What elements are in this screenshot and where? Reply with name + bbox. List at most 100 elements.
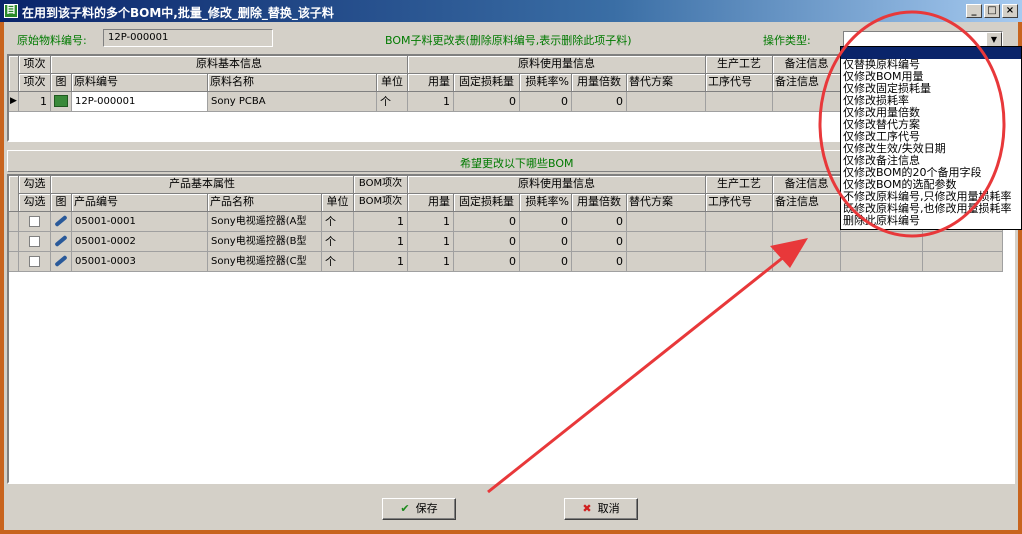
cell-extra[interactable] [841,232,923,252]
cell-product-name[interactable]: Sony电视遥控器(A型 [208,212,322,232]
main-window: 目 在用到该子料的多个BOM中,批量_修改_删除_替换_该子料 _ □ × 原始… [0,0,1022,534]
cell-multiplier[interactable]: 0 [572,232,627,252]
cell-fixed-loss[interactable]: 0 [454,232,520,252]
col-header-process-code: 工序代号 [706,74,773,92]
col-header-fixed-loss: 固定损耗量 [454,74,520,92]
close-icon: ✖ [582,502,592,515]
cell-multiplier[interactable]: 0 [572,252,627,272]
cell-bom-index[interactable]: 1 [354,212,408,232]
group-header-process: 生产工艺 [706,176,773,194]
cell-unit[interactable]: 个 [322,232,354,252]
col-header-loss-rate: 损耗率% [520,194,572,212]
cell-loss-rate[interactable]: 0 [520,252,572,272]
cell-material-code[interactable]: 12P-000001 [72,92,208,112]
row-indicator[interactable] [9,212,19,232]
cell-alternative[interactable] [627,212,706,232]
cancel-label: 取消 [597,502,620,515]
group-header-product-info: 产品基本属性 [51,176,354,194]
app-icon: 目 [4,4,18,18]
col-header-qty: 用量 [408,74,454,92]
col-header-loss-rate: 损耗率% [520,74,572,92]
cell-process-code[interactable] [706,212,773,232]
row-checkbox[interactable] [19,232,51,252]
cancel-button[interactable]: ✖ 取消 [564,498,638,520]
cell-process-code[interactable] [706,252,773,272]
col-header-memo: 备注信息 [773,194,841,212]
cell-memo[interactable] [773,232,841,252]
cell-index[interactable]: 1 [19,92,51,112]
cell-unit[interactable]: 个 [322,252,354,272]
col-header-image: 图 [51,194,72,212]
window-title: 在用到该子料的多个BOM中,批量_修改_删除_替换_该子料 [22,6,334,20]
original-material-label: 原始物料编号: [17,34,87,47]
col-header-material-code: 原料编号 [72,74,208,92]
cell-material-name[interactable]: Sony PCBA [208,92,377,112]
cell-image [51,232,72,252]
close-button[interactable]: × [1002,4,1018,18]
maximize-button[interactable]: □ [984,4,1000,18]
original-material-input[interactable]: 12P-000001 [103,29,273,47]
checkbox-icon[interactable] [29,255,40,267]
title-bar: 目 在用到该子料的多个BOM中,批量_修改_删除_替换_该子料 _ □ × [0,0,1022,22]
checkbox-icon[interactable] [29,235,40,247]
cell-alternative[interactable] [627,232,706,252]
dropdown-option[interactable]: 删除此原料编号 [841,215,1021,227]
cell-product-code[interactable]: 05001-0001 [72,212,208,232]
operation-type-dropdown-list[interactable]: 仅替换原料编号 仅修改BOM用量 仅修改固定损耗量 仅修改损耗率 仅修改用量倍数… [840,46,1022,230]
cell-loss-rate[interactable]: 0 [520,212,572,232]
cell-loss-rate[interactable]: 0 [520,92,572,112]
cell-loss-rate[interactable]: 0 [520,232,572,252]
row-checkbox[interactable] [19,212,51,232]
cell-fixed-loss[interactable]: 0 [454,212,520,232]
cell-extra[interactable] [923,252,1003,272]
cell-unit[interactable]: 个 [322,212,354,232]
cell-process-code[interactable] [706,232,773,252]
cell-product-name[interactable]: Sony电视遥控器(C型 [208,252,322,272]
cell-qty[interactable]: 1 [408,212,454,232]
row-indicator[interactable]: ▶ [9,92,19,112]
col-header-material-name: 原料名称 [208,74,377,92]
cell-fixed-loss[interactable]: 0 [454,252,520,272]
row-indicator[interactable] [9,252,19,272]
col-header-alternative: 替代方案 [627,194,706,212]
cell-qty[interactable]: 1 [408,92,454,112]
cell-multiplier[interactable]: 0 [572,92,627,112]
minimize-button[interactable]: _ [966,4,982,18]
remote-icon [54,254,68,268]
cell-bom-index[interactable]: 1 [354,232,408,252]
col-header-bom-index: BOM项次 [354,194,408,212]
cell-alternative[interactable] [627,92,706,112]
col-header-multiplier: 用量倍数 [572,194,627,212]
row-indicator[interactable] [9,232,19,252]
cell-product-code[interactable]: 05001-0002 [72,232,208,252]
group-header-memo: 备注信息 [773,56,841,74]
section-title: 希望更改以下哪些BOM [460,157,574,170]
cell-qty[interactable]: 1 [408,232,454,252]
cell-extra[interactable] [841,252,923,272]
cell-multiplier[interactable]: 0 [572,212,627,232]
cell-memo[interactable] [773,92,841,112]
group-header-process: 生产工艺 [706,56,773,74]
cell-process-code[interactable] [706,92,773,112]
col-header-fixed-loss: 固定损耗量 [454,194,520,212]
group-header-usage-info: 原料使用量信息 [408,176,706,194]
cell-qty[interactable]: 1 [408,252,454,272]
cell-product-code[interactable]: 05001-0003 [72,252,208,272]
cell-memo[interactable] [773,212,841,232]
col-header-index: 项次 [19,74,51,92]
row-checkbox[interactable] [19,252,51,272]
cell-image [51,252,72,272]
group-header-memo: 备注信息 [773,176,841,194]
checkbox-icon[interactable] [29,215,40,227]
cell-image [51,212,72,232]
cell-memo[interactable] [773,252,841,272]
col-header-check: 勾选 [19,194,51,212]
cell-product-name[interactable]: Sony电视遥控器(B型 [208,232,322,252]
cell-image [51,92,72,112]
save-button[interactable]: ✔ 保存 [382,498,456,520]
cell-alternative[interactable] [627,252,706,272]
cell-extra[interactable] [923,232,1003,252]
cell-bom-index[interactable]: 1 [354,252,408,272]
cell-unit[interactable]: 个 [377,92,408,112]
cell-fixed-loss[interactable]: 0 [454,92,520,112]
